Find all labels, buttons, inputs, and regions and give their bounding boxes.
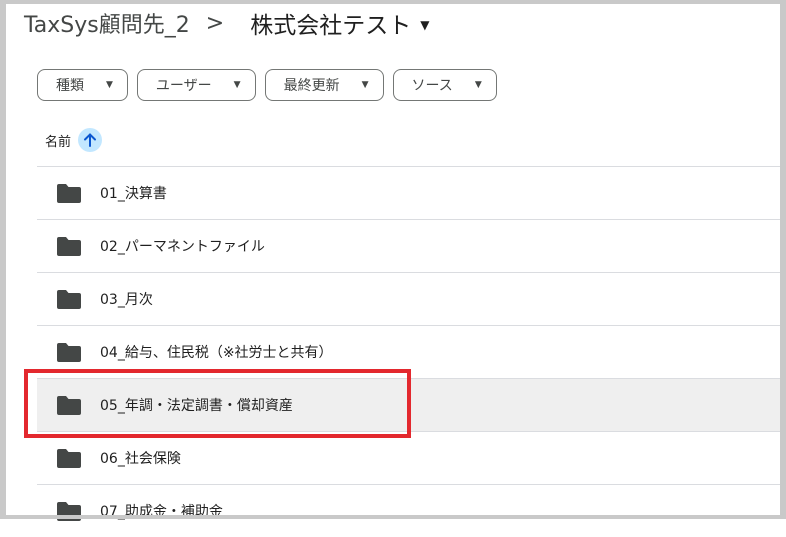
folder-icon xyxy=(57,236,81,256)
filter-source-button[interactable]: ソース ▼ xyxy=(392,69,497,101)
caret-down-icon: ▼ xyxy=(474,80,482,90)
folder-list: 01_決算書 02_パーマネントファイル 03_月次 04_給与、住民税（※社労… xyxy=(37,166,780,537)
folder-name: 04_給与、住民税（※社労士と共有） xyxy=(100,345,333,361)
breadcrumb: TaxSys顧問先_2 > 株式会社テスト ▼ xyxy=(24,6,429,40)
folder-icon xyxy=(57,342,81,362)
arrow-up-icon[interactable] xyxy=(78,128,103,152)
folder-icon xyxy=(57,448,81,468)
name-column-label[interactable]: 名前 xyxy=(45,131,71,150)
current-folder-label: 株式会社テスト xyxy=(250,13,412,39)
folder-name: 05_年調・法定調書・償却資産 xyxy=(100,398,293,414)
filter-label: 種類 xyxy=(56,78,84,94)
folder-name: 03_月次 xyxy=(100,292,153,308)
folder-icon xyxy=(57,289,81,309)
list-item[interactable]: 06_社会保険 xyxy=(37,431,780,484)
filter-label: 最終更新 xyxy=(283,78,340,94)
list-item-highlighted[interactable]: 05_年調・法定調書・償却資産 xyxy=(37,378,780,431)
caret-down-icon: ▼ xyxy=(233,80,241,90)
filter-user-button[interactable]: ユーザー ▼ xyxy=(136,69,256,101)
filter-bar: 種類 ▼ ユーザー ▼ 最終更新 ▼ ソース ▼ xyxy=(37,69,497,101)
breadcrumb-current-folder[interactable]: 株式会社テスト ▼ xyxy=(250,6,429,40)
list-item[interactable]: 01_決算書 xyxy=(37,166,780,219)
folder-name: 02_パーマネントファイル xyxy=(100,239,265,255)
list-item[interactable]: 02_パーマネントファイル xyxy=(37,219,780,272)
filter-label: ユーザー xyxy=(155,78,212,94)
folder-icon xyxy=(57,395,81,415)
caret-down-icon: ▼ xyxy=(361,80,369,90)
breadcrumb-root[interactable]: TaxSys顧問先_2 xyxy=(24,7,190,39)
list-item[interactable]: 04_給与、住民税（※社労士と共有） xyxy=(37,325,780,378)
folder-name: 01_決算書 xyxy=(100,186,167,202)
name-column-header: 名前 xyxy=(45,127,103,153)
caret-down-icon: ▼ xyxy=(106,80,113,90)
filter-label: ソース xyxy=(411,78,453,94)
filter-modified-button[interactable]: 最終更新 ▼ xyxy=(264,69,384,101)
folder-name: 07_助成金・補助金 xyxy=(100,504,223,520)
filter-type-button[interactable]: 種類 ▼ xyxy=(37,69,128,101)
folder-icon xyxy=(57,501,81,521)
folder-icon xyxy=(57,183,81,203)
caret-down-icon: ▼ xyxy=(420,17,430,32)
folder-name: 06_社会保険 xyxy=(100,451,181,467)
list-item[interactable]: 03_月次 xyxy=(37,272,780,325)
breadcrumb-separator: > xyxy=(205,10,225,36)
list-item[interactable]: 07_助成金・補助金 xyxy=(37,484,780,537)
